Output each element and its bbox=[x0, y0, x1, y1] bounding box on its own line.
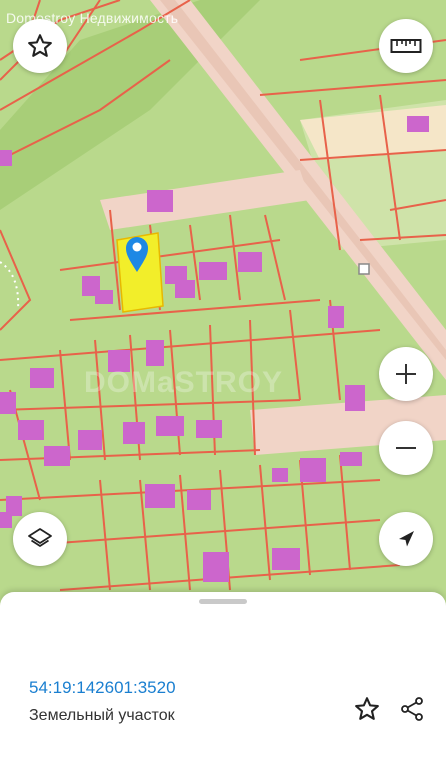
plus-icon bbox=[396, 364, 416, 384]
favorite-button[interactable] bbox=[13, 19, 67, 73]
sheet-grabber[interactable] bbox=[199, 599, 247, 604]
star-icon bbox=[28, 34, 52, 57]
navigation-arrow-icon bbox=[399, 531, 414, 547]
layers-icon bbox=[28, 528, 52, 547]
ruler-icon bbox=[390, 39, 422, 53]
cadastral-number-link[interactable]: 54:19:142601:3520 bbox=[29, 678, 176, 698]
minus-icon bbox=[396, 447, 416, 449]
ruler-button[interactable] bbox=[379, 19, 433, 73]
parcel-type-label: Земельный участок bbox=[29, 707, 175, 724]
share-button[interactable] bbox=[397, 694, 427, 724]
share-icon bbox=[401, 697, 423, 721]
cadastral-map[interactable]: Domostroy Недвижимость DOMaSTROY bbox=[0, 0, 446, 592]
zoom-in-button[interactable] bbox=[379, 347, 433, 401]
add-favorite-button[interactable] bbox=[352, 694, 382, 724]
watermark-center: DOMaSTROY bbox=[84, 366, 284, 399]
map-canvas bbox=[0, 0, 446, 592]
my-location-button[interactable] bbox=[379, 512, 433, 566]
star-outline-icon bbox=[355, 697, 379, 720]
layers-button[interactable] bbox=[13, 512, 67, 566]
parcel-info-sheet[interactable]: 54:19:142601:3520 Земельный участок bbox=[0, 592, 446, 768]
zoom-out-button[interactable] bbox=[379, 421, 433, 475]
